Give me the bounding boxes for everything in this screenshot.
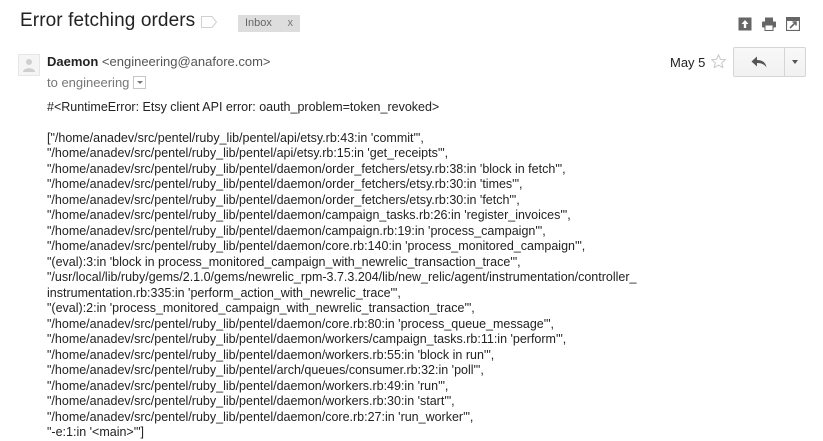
remove-label-button[interactable]: x [288,16,294,31]
inbox-label-chip: Inbox x [238,15,300,32]
stack-trace-line: instrumentation.rb:335:in 'perform_actio… [47,285,401,300]
stack-trace-line: "/home/anadev/src/pentel/ruby_lib/pentel… [47,332,567,346]
reply-button[interactable] [734,48,785,76]
stack-trace-line: "/home/anadev/src/pentel/ruby_lib/pentel… [47,177,523,191]
stack-trace-line: "-e:1:in '<main>'"] [47,425,145,439]
stack-trace-line: "/home/anadev/src/pentel/ruby_lib/pentel… [47,316,555,331]
stack-trace-line: "/home/anadev/src/pentel/ruby_lib/pentel… [47,409,474,424]
star-icon[interactable] [710,53,727,70]
recipient-text: to engineering [47,75,130,90]
stack-trace-line: "(eval):3:in 'block in process_monitored… [47,254,521,269]
show-details-dropdown[interactable] [133,76,147,89]
stack-trace-line: "/home/anadev/src/pentel/ruby_lib/pentel… [47,208,571,222]
sender-name[interactable]: Daemon [47,54,98,69]
stack-trace-line: "/usr/local/lib/ruby/gems/2.1.0/gems/new… [47,270,637,284]
reply-button-group [733,47,806,77]
stack-trace-line: "/home/anadev/src/pentel/ruby_lib/pentel… [47,161,566,176]
email-date: May 5 [670,55,706,70]
recipient-line: to engineering [47,75,147,90]
stack-trace-line: "/home/anadev/src/pentel/ruby_lib/pentel… [47,146,449,160]
print-icon[interactable] [762,17,776,31]
inbox-label-text: Inbox [245,17,272,29]
stack-trace: ["/home/anadev/src/pentel/ruby_lib/pente… [47,131,817,441]
stack-trace-line: "/home/anadev/src/pentel/ruby_lib/pentel… [47,239,586,253]
stack-trace-line: "/home/anadev/src/pentel/ruby_lib/pentel… [47,223,546,238]
avatar [18,54,40,76]
more-options-button[interactable] [785,48,805,76]
stack-trace-line: "(eval):2:in 'process_monitored_campaign… [47,301,475,315]
error-message: #<RuntimeError: Etsy client API error: o… [47,100,440,114]
email-body: #<RuntimeError: Etsy client API error: o… [47,100,817,441]
label-icon[interactable] [201,16,217,28]
stack-trace-line: "/home/anadev/src/pentel/ruby_lib/pentel… [47,363,484,377]
stack-trace-line: "/home/anadev/src/pentel/ruby_lib/pentel… [47,378,449,393]
stack-trace-line: ["/home/anadev/src/pentel/ruby_lib/pente… [47,130,424,145]
reply-icon [751,56,767,68]
stack-trace-line: "/home/anadev/src/pentel/ruby_lib/pentel… [47,347,495,362]
sender-email: <engineering@anafore.com> [101,54,271,69]
sender-line: Daemon <engineering@anafore.com> [47,54,271,69]
email-subject: Error fetching orders [20,10,196,31]
stack-trace-line: "/home/anadev/src/pentel/ruby_lib/pentel… [47,192,520,207]
person-icon [23,59,35,72]
stack-trace-line: "/home/anadev/src/pentel/ruby_lib/pentel… [47,394,455,408]
expand-icon[interactable] [738,17,752,31]
new-window-icon[interactable] [786,17,800,31]
